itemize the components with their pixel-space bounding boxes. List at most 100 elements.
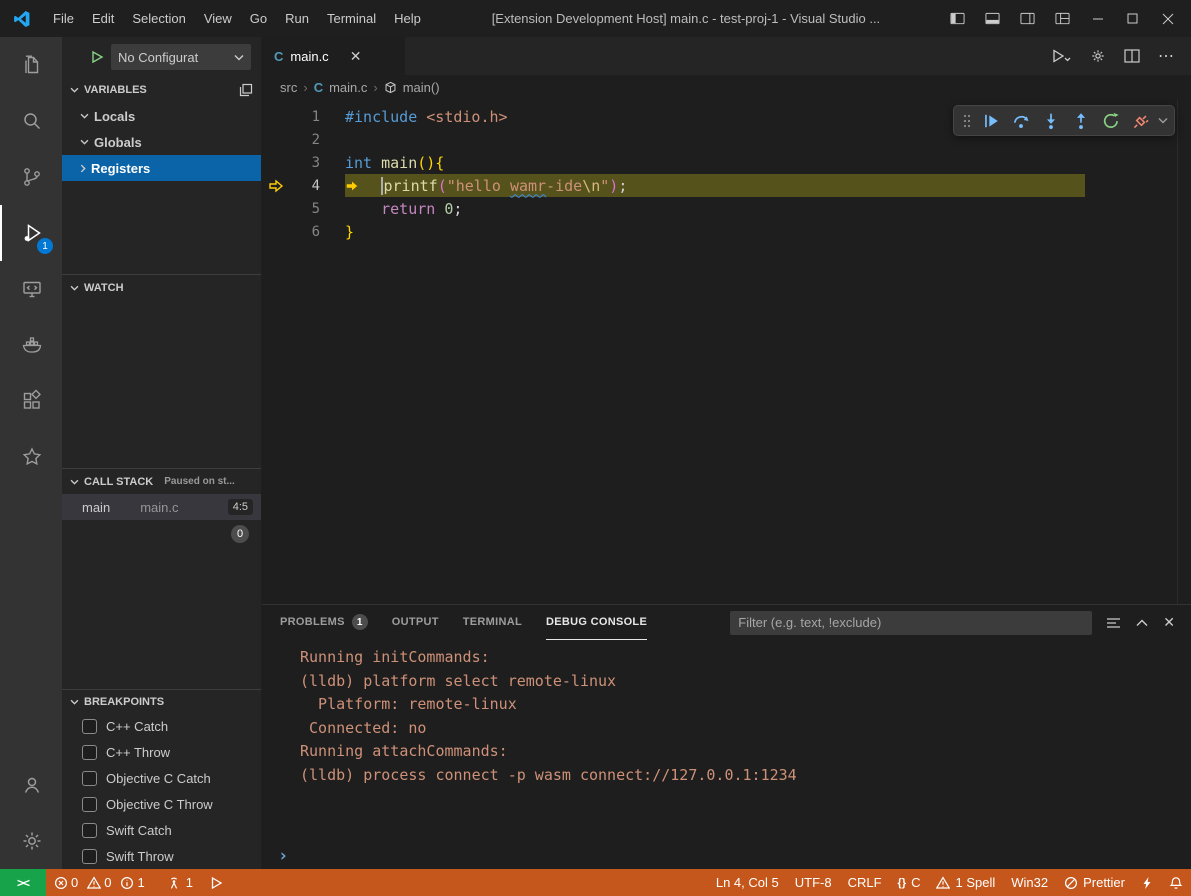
drag-grip-icon[interactable] [960, 113, 974, 129]
breakpoint-row[interactable]: C++ Throw [62, 739, 261, 765]
checkbox[interactable] [82, 719, 97, 734]
variables-scope-globals[interactable]: Globals [62, 129, 261, 155]
encoding-status[interactable]: UTF-8 [787, 869, 840, 896]
encoding-text: UTF-8 [795, 875, 832, 890]
checkbox[interactable] [82, 823, 97, 838]
source-control-icon[interactable] [0, 149, 62, 205]
remote-indicator[interactable]: >< [0, 869, 46, 896]
variables-scope-locals[interactable]: Locals [62, 103, 261, 129]
watch-section-header[interactable]: WATCH [62, 274, 261, 300]
menu-go[interactable]: Go [241, 0, 276, 37]
remote-explorer-icon[interactable] [0, 261, 62, 317]
tab-output[interactable]: OUTPUT [392, 605, 439, 640]
code-token: ) [609, 177, 618, 195]
toggle-panel-icon[interactable] [985, 11, 1000, 26]
star-icon[interactable] [0, 429, 62, 485]
menu-terminal[interactable]: Terminal [318, 0, 385, 37]
menu-edit[interactable]: Edit [83, 0, 123, 37]
checkbox[interactable] [82, 797, 97, 812]
step-over-icon[interactable] [1008, 108, 1034, 134]
tab-terminal[interactable]: TERMINAL [463, 605, 522, 640]
checkbox[interactable] [82, 849, 97, 864]
editor-tab-bar: C main.c ✕ ⋯ [262, 37, 1191, 75]
console-input-row[interactable]: › [262, 843, 1191, 869]
spell-checker-status[interactable]: 1 Spell [928, 869, 1003, 896]
debug-console-output[interactable]: Running initCommands: (lldb) platform se… [262, 640, 1191, 843]
breadcrumb-file[interactable]: main.c [329, 80, 367, 95]
settings-gear-icon[interactable] [0, 813, 62, 869]
breakpoint-row[interactable]: Objective C Throw [62, 791, 261, 817]
tab-debug-console[interactable]: DEBUG CONSOLE [546, 605, 647, 640]
docker-icon[interactable] [0, 317, 62, 373]
eol-status[interactable]: CRLF [840, 869, 890, 896]
chevron-down-icon[interactable] [1158, 117, 1168, 124]
menu-help[interactable]: Help [385, 0, 430, 37]
breakpoint-row[interactable]: Objective C Catch [62, 765, 261, 791]
lightning-icon [1141, 876, 1153, 890]
breakpoint-row[interactable]: Swift Catch [62, 817, 261, 843]
extensions-icon[interactable] [0, 373, 62, 429]
disconnect-icon[interactable] [1128, 108, 1154, 134]
toggle-sidebar-icon[interactable] [950, 11, 965, 26]
watch-title: WATCH [84, 282, 124, 294]
customize-layout-icon[interactable] [1055, 11, 1070, 26]
console-filter-input[interactable] [730, 611, 1092, 635]
collapse-lines-icon[interactable] [1106, 617, 1121, 629]
breadcrumb-symbol[interactable]: main() [403, 80, 440, 95]
breakpoint-row[interactable]: Swift Throw [62, 843, 261, 869]
console-line: (lldb) process connect -p wasm connect:/… [300, 764, 1191, 788]
restart-icon[interactable] [1098, 108, 1124, 134]
start-debugging-icon[interactable] [90, 50, 104, 64]
menu-run[interactable]: Run [276, 0, 318, 37]
stack-frame-row[interactable]: main main.c 4:5 [62, 494, 261, 520]
close-panel-icon[interactable]: ✕ [1163, 614, 1175, 631]
debug-status[interactable] [201, 869, 231, 896]
cursor-position-status[interactable]: Ln 4, Col 5 [708, 869, 787, 896]
explorer-icon[interactable] [0, 37, 62, 93]
window-title: [Extension Development Host] main.c - te… [430, 11, 942, 26]
language-mode-status[interactable]: {} C [890, 869, 929, 896]
notifications-status[interactable] [1161, 869, 1191, 896]
code-token: ( [438, 177, 447, 195]
code-token: ; [453, 200, 462, 218]
debug-settings-gear-icon[interactable] [1090, 48, 1106, 64]
forwarded-ports-status[interactable]: 1 [159, 869, 201, 896]
close-tab-icon[interactable]: ✕ [350, 48, 362, 65]
chevron-up-icon[interactable] [1136, 619, 1148, 627]
debug-configuration-select[interactable]: No Configurat [111, 44, 251, 70]
debug-current-line-arrow-icon[interactable] [262, 178, 290, 194]
accounts-icon[interactable] [0, 757, 62, 813]
collapse-all-icon[interactable] [239, 83, 253, 97]
lightning-status[interactable] [1133, 869, 1161, 896]
breadcrumb-src[interactable]: src [280, 80, 297, 95]
run-or-debug-icon[interactable] [1050, 48, 1072, 64]
continue-icon[interactable] [978, 108, 1004, 134]
menu-file[interactable]: File [44, 0, 83, 37]
split-editor-icon[interactable] [1124, 49, 1140, 63]
toggle-secondary-sidebar-icon[interactable] [1020, 11, 1035, 26]
code-editor[interactable]: 1 #include <stdio.h> 2 3 int main(){ [262, 100, 1191, 604]
breakpoints-section-header[interactable]: BREAKPOINTS [62, 689, 261, 713]
variables-section-header[interactable]: VARIABLES [62, 77, 261, 103]
menu-selection[interactable]: Selection [123, 0, 194, 37]
more-actions-icon[interactable]: ⋯ [1158, 46, 1175, 66]
call-stack-section-header[interactable]: CALL STACK Paused on st... [62, 468, 261, 494]
step-out-icon[interactable] [1068, 108, 1094, 134]
breakpoint-row[interactable]: C++ Catch [62, 713, 261, 739]
step-into-icon[interactable] [1038, 108, 1064, 134]
problems-status[interactable]: 0 0 1 [46, 869, 159, 896]
formatter-status[interactable]: Prettier [1056, 869, 1133, 896]
platform-status[interactable]: Win32 [1003, 869, 1056, 896]
checkbox[interactable] [82, 771, 97, 786]
tab-problems[interactable]: PROBLEMS 1 [280, 605, 368, 640]
close-window-icon[interactable] [1160, 11, 1175, 26]
minimize-icon[interactable] [1090, 11, 1105, 26]
run-and-debug-icon[interactable]: 1 [0, 205, 62, 261]
checkbox[interactable] [82, 745, 97, 760]
c-file-icon: C [314, 80, 323, 95]
search-icon[interactable] [0, 93, 62, 149]
tab-main-c[interactable]: C main.c ✕ [262, 37, 405, 75]
variables-scope-registers[interactable]: Registers [62, 155, 261, 181]
maximize-icon[interactable] [1125, 11, 1140, 26]
menu-view[interactable]: View [195, 0, 241, 37]
